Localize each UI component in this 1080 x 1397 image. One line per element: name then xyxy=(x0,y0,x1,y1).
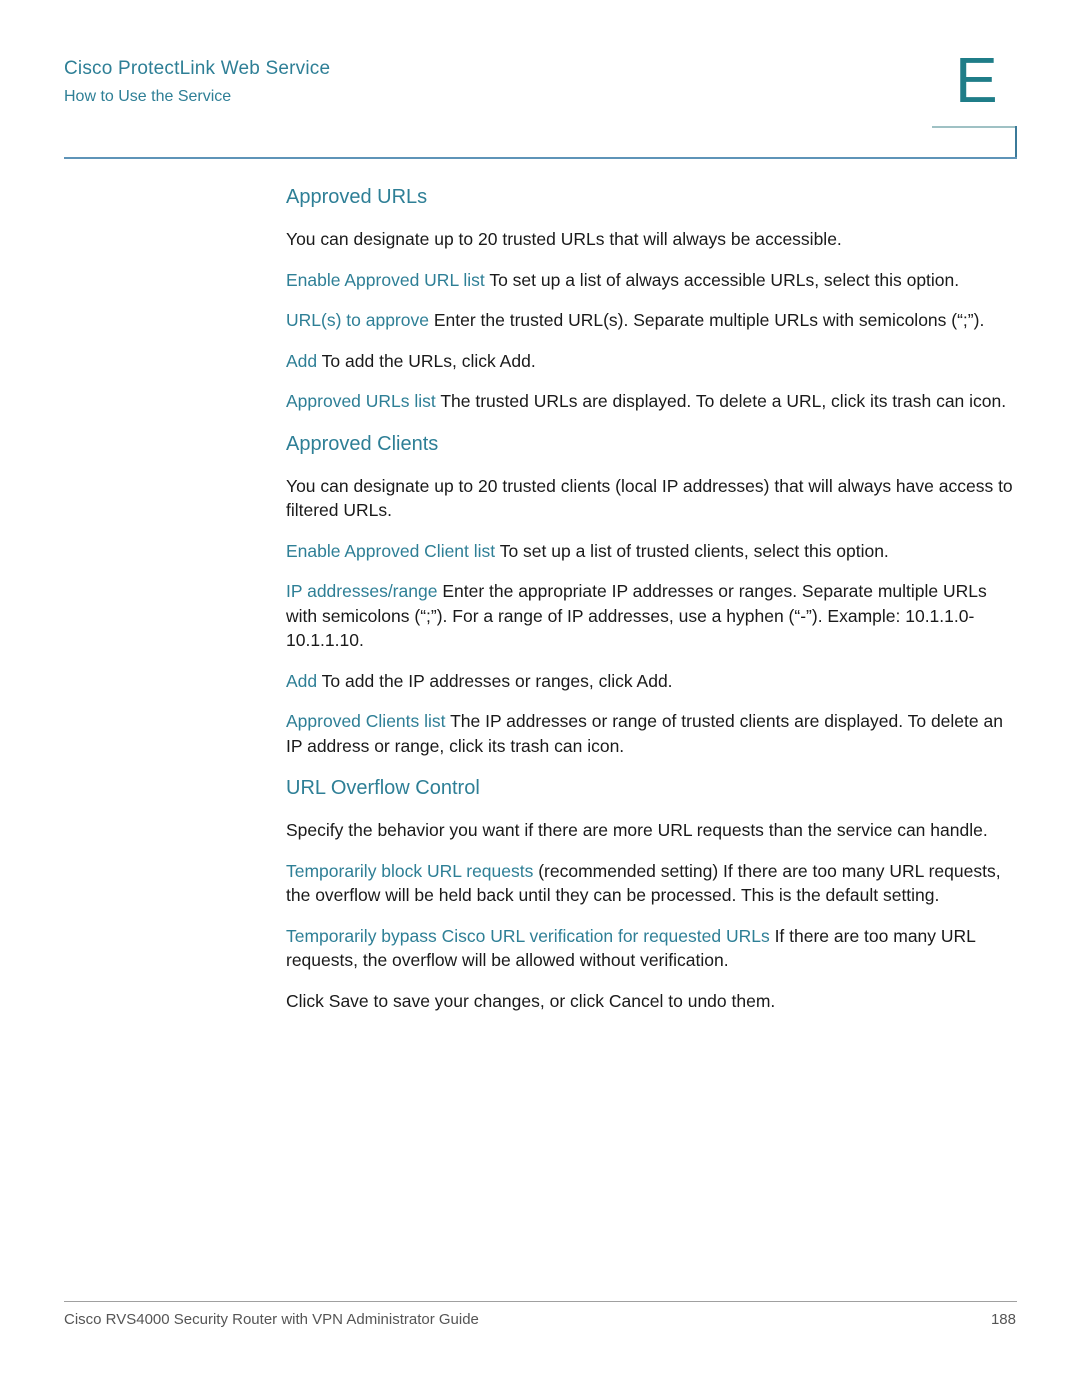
definition-term: Add xyxy=(286,350,318,371)
definition-term: Temporarily block URL requests xyxy=(286,860,534,881)
definition-text: To add the URLs, click Add. xyxy=(317,350,536,371)
definition-item: Add To add the IP addresses or ranges, c… xyxy=(286,669,1021,694)
footer-guide-title: Cisco RVS4000 Security Router with VPN A… xyxy=(64,1311,479,1328)
definition-item: Approved Clients list The IP addresses o… xyxy=(286,709,1021,758)
closing-note: Click Save to save your changes, or clic… xyxy=(286,990,776,1011)
definition-term: Add xyxy=(286,670,318,691)
section-approved-clients: Approved Clients You can designate up to… xyxy=(286,430,1021,759)
section-approved-urls: Approved URLs You can designate up to 20… xyxy=(286,183,1021,414)
section-heading: Approved URLs xyxy=(286,186,428,208)
definition-term: Temporarily bypass Cisco URL verificatio… xyxy=(286,925,770,946)
section-title: How to Use the Service xyxy=(64,88,232,105)
page-content: Approved URLs You can designate up to 20… xyxy=(286,183,1021,1029)
definition-item: URL(s) to approve Enter the trusted URL(… xyxy=(286,308,1021,333)
definition-item: IP addresses/range Enter the appropriate… xyxy=(286,579,1021,653)
section-heading: Approved Clients xyxy=(286,432,439,455)
section-intro: You can designate up to 20 trusted URLs … xyxy=(286,229,842,249)
header-rule xyxy=(64,157,1017,159)
section-url-overflow-control: URL Overflow Control Specify the behavio… xyxy=(286,774,1021,1013)
definition-item: Add To add the URLs, click Add. xyxy=(286,349,1021,374)
definition-term: Enable Approved URL list xyxy=(286,269,485,290)
chapter-title: Cisco ProtectLink Web Service xyxy=(64,58,331,79)
definition-item: Temporarily block URL requests (recommen… xyxy=(286,859,1021,908)
header-rule-top xyxy=(932,126,1017,128)
definition-text: The trusted URLs are displayed. To delet… xyxy=(435,391,1007,411)
definition-text: Enter the trusted URL(s). Separate multi… xyxy=(428,310,985,330)
definition-term: Approved Clients list xyxy=(286,711,446,731)
section-intro: You can designate up to 20 trusted clien… xyxy=(286,475,1013,521)
definition-term: Approved URLs list xyxy=(286,391,436,411)
page-number: 188 xyxy=(990,1311,1016,1328)
definition-term: URL(s) to approve xyxy=(286,310,429,330)
definition-item: Approved URLs list The trusted URLs are … xyxy=(286,389,1021,414)
definition-text: To set up a list of always accessible UR… xyxy=(484,269,960,290)
definition-term: IP addresses/range xyxy=(286,581,438,601)
chapter-letter: E xyxy=(955,44,998,116)
header-rule-vertical xyxy=(1015,126,1017,159)
definition-text: To set up a list of trusted clients, sel… xyxy=(495,540,889,561)
definition-item: Enable Approved Client list To set up a … xyxy=(286,539,1021,564)
definition-item: Temporarily bypass Cisco URL verificatio… xyxy=(286,924,1021,973)
section-heading: URL Overflow Control xyxy=(286,777,480,799)
definition-text: To add the IP addresses or ranges, click… xyxy=(317,670,673,691)
section-intro: Specify the behavior you want if there a… xyxy=(286,820,988,840)
footer-rule xyxy=(64,1301,1017,1302)
definition-term: Enable Approved Client list xyxy=(286,540,496,561)
definition-item: Enable Approved URL list To set up a lis… xyxy=(286,268,1021,293)
